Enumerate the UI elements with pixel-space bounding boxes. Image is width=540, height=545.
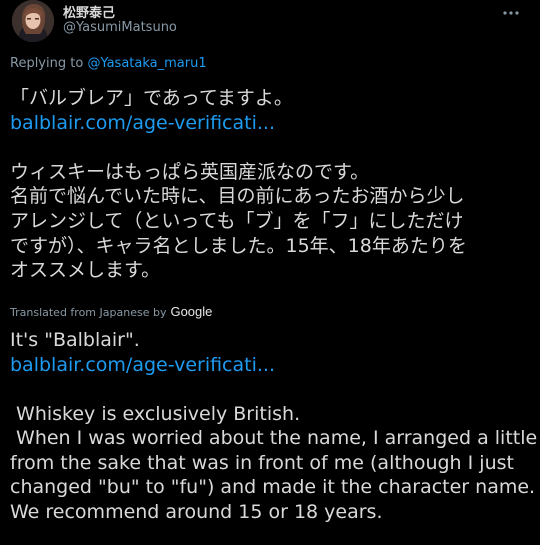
- replying-to-label: Replying to: [10, 56, 84, 71]
- original-line: 「バルブレア」であってますよ。: [10, 87, 293, 109]
- translated-line: When I was worried about the name, I arr…: [10, 427, 538, 450]
- translation-attribution: Translated from Japanese by Google: [10, 304, 212, 319]
- user-handle[interactable]: @YasumiMatsuno: [63, 20, 177, 35]
- translated-line: Whiskey is exclusively British.: [10, 402, 301, 425]
- avatar[interactable]: [12, 0, 54, 42]
- original-line: アレンジして（といっても「ブ」を「フ」にしただけ: [10, 209, 464, 232]
- replying-to-handle-link[interactable]: @Yasataka_maru1: [87, 56, 206, 71]
- translated-line: changed "bu" to "fu") and made it the ch…: [10, 476, 536, 499]
- tweet: 松野泰己 @YasumiMatsuno Replying to @Yasatak…: [0, 0, 540, 545]
- translated-line: from the sake that was in front of me (a…: [10, 451, 514, 474]
- more-horizontal-icon[interactable]: [502, 4, 520, 16]
- translated-line: We recommend around 15 or 18 years.: [10, 500, 383, 523]
- original-line: 名前で悩んでいた時に、目の前にあったお酒から少し: [10, 185, 465, 208]
- google-logo: Google: [170, 304, 213, 319]
- tweet-text-original: 「バルブレア」であってますよ。 balblair.com/age-verific…: [10, 86, 534, 283]
- original-line: オススメします。: [10, 259, 161, 282]
- original-line: ですが）、キャラ名としました。15年、18年あたりを: [10, 234, 467, 257]
- translated-line: It's "Balblair".: [10, 329, 140, 351]
- replying-to: Replying to @Yasataka_maru1: [10, 56, 207, 71]
- translated-from-label: Translated from Japanese by: [10, 306, 167, 319]
- display-name[interactable]: 松野泰己: [63, 2, 115, 21]
- original-line: ウィスキーはもっぱら英国産派なのです。: [10, 160, 370, 183]
- translated-link[interactable]: balblair.com/age-verificati...: [10, 353, 534, 378]
- tweet-header: 松野泰己 @YasumiMatsuno: [12, 0, 528, 46]
- original-link[interactable]: balblair.com/age-verificati...: [10, 111, 534, 136]
- tweet-text-translated: It's "Balblair". balblair.com/age-verifi…: [10, 328, 538, 524]
